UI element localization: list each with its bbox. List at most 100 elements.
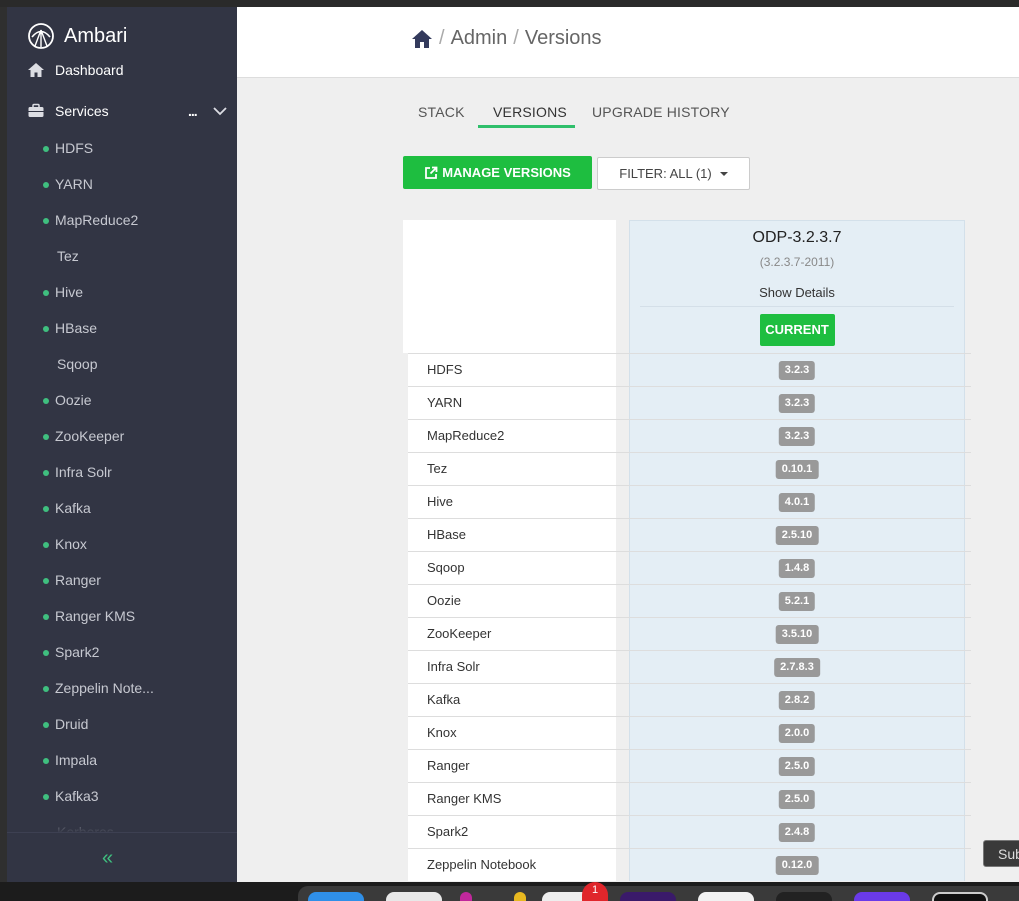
services-more-button[interactable]: ... — [188, 103, 198, 119]
home-icon[interactable] — [411, 28, 433, 50]
table-row: Infra Solr 2.7.8.3 — [408, 650, 971, 683]
sidebar-service-item[interactable]: ZooKeeper — [7, 424, 237, 448]
version-badge: 2.7.8.3 — [774, 658, 820, 677]
component-name: Zeppelin Notebook — [408, 849, 616, 881]
column-gap — [616, 585, 629, 617]
version-build: (3.2.3.7-2011) — [759, 255, 835, 269]
sidebar-service-item[interactable]: Kafka — [7, 496, 237, 520]
sidebar-service-item[interactable]: Tez — [7, 244, 237, 268]
sidebar-service-item[interactable]: Ranger — [7, 568, 237, 592]
show-details-link[interactable]: Show Details — [630, 285, 964, 300]
service-label: ZooKeeper — [55, 428, 125, 444]
sidebar-service-item[interactable]: Sqoop — [7, 352, 237, 376]
sidebar-service-item[interactable]: Spark2 — [7, 640, 237, 664]
version-badge: 3.2.3 — [778, 361, 816, 380]
browser-window: Ambari Dashboard Services ... HDFS YARN Ma… — [0, 0, 1019, 901]
dock-app-icon[interactable] — [460, 892, 472, 901]
dock-app-icon[interactable] — [386, 892, 442, 901]
sidebar-service-item[interactable]: Druid — [7, 712, 237, 736]
component-name: ZooKeeper — [408, 618, 616, 650]
version-badge: 2.0.0 — [778, 724, 816, 743]
sidebar-service-item[interactable]: MapReduce2 — [7, 208, 237, 232]
table-row: Spark2 2.4.8 — [408, 815, 971, 848]
dock-app-icon[interactable] — [854, 892, 910, 901]
service-label: Hive — [55, 284, 84, 300]
tab-stack[interactable]: STACK — [418, 104, 465, 120]
status-dot-icon — [43, 146, 49, 152]
version-badge: 2.4.8 — [778, 823, 816, 842]
version-badge: 1.4.8 — [778, 559, 816, 578]
table-row: Ranger KMS 2.5.0 — [408, 782, 971, 815]
dock-app-icon[interactable] — [514, 892, 526, 901]
table-row: Kafka 2.8.2 — [408, 683, 971, 716]
sidebar-service-item[interactable]: Kafka3 — [7, 784, 237, 808]
sidebar-service-item[interactable]: Zeppelin Note... — [7, 676, 237, 700]
ambari-logo-icon — [28, 23, 54, 49]
tab-versions[interactable]: VERSIONS — [493, 104, 567, 120]
version-badge: 2.8.2 — [778, 691, 816, 710]
table-row: Ranger 2.5.0 — [408, 749, 971, 782]
sidebar-service-item[interactable]: YARN — [7, 172, 237, 196]
sidebar-service-item[interactable]: Hive — [7, 280, 237, 304]
sidebar-item-services[interactable]: Services ... — [7, 97, 237, 125]
table-row: MapReduce2 3.2.3 — [408, 419, 971, 452]
component-name: Infra Solr — [408, 651, 616, 683]
dock-app-icon[interactable] — [698, 892, 754, 901]
status-dot-icon — [43, 218, 49, 224]
collapse-sidebar-button[interactable]: « — [102, 847, 113, 870]
manage-versions-label: MANAGE VERSIONS — [442, 165, 571, 180]
submit-button[interactable]: Sub — [983, 840, 1019, 867]
component-version-cell: 5.2.1 — [629, 585, 965, 617]
current-version-button[interactable]: CURRENT — [759, 314, 835, 346]
column-gap — [616, 783, 629, 815]
dock-app-icon[interactable] — [776, 892, 832, 901]
sidebar-service-item[interactable]: Knox — [7, 532, 237, 556]
sidebar-service-item[interactable]: HDFS — [7, 136, 237, 160]
service-label: Ranger — [55, 572, 101, 588]
table-row: Sqoop 1.4.8 — [408, 551, 971, 584]
table-row: Knox 2.0.0 — [408, 716, 971, 749]
component-version-cell: 0.10.1 — [629, 453, 965, 485]
service-label: Ranger KMS — [55, 608, 136, 624]
manage-versions-button[interactable]: MANAGE VERSIONS — [403, 156, 592, 189]
component-name: Kafka — [408, 684, 616, 716]
component-version-cell: 2.5.0 — [629, 750, 965, 782]
filter-dropdown[interactable]: FILTER: ALL (1) — [597, 157, 750, 190]
component-name: Spark2 — [408, 816, 616, 848]
version-badge: 3.5.10 — [775, 625, 819, 644]
service-label: Oozie — [55, 392, 92, 408]
version-badge: 4.0.1 — [778, 493, 816, 512]
column-gap — [616, 519, 629, 551]
dock-app-icon[interactable] — [620, 892, 676, 901]
column-gap — [616, 354, 629, 386]
sidebar-service-item[interactable]: Oozie — [7, 388, 237, 412]
tab-upgrade-history[interactable]: UPGRADE HISTORY — [592, 104, 730, 120]
service-label: Druid — [55, 716, 89, 732]
version-badge: 3.2.3 — [778, 394, 816, 413]
component-version-cell: 4.0.1 — [629, 486, 965, 518]
chevron-down-icon[interactable] — [212, 103, 228, 119]
sidebar-item-dashboard[interactable]: Dashboard — [7, 56, 237, 84]
sidebar-service-item[interactable]: Impala — [7, 748, 237, 772]
component-name: MapReduce2 — [408, 420, 616, 452]
status-dot-icon — [43, 326, 49, 332]
sidebar-service-item[interactable]: HBase — [7, 316, 237, 340]
column-gap — [616, 849, 629, 881]
table-row: Tez 0.10.1 — [408, 452, 971, 485]
column-gap — [616, 684, 629, 716]
version-badge: 0.12.0 — [775, 856, 819, 875]
sidebar-service-item[interactable]: Ranger KMS — [7, 604, 237, 628]
component-version-cell: 3.2.3 — [629, 354, 965, 386]
dock-app-icon[interactable] — [308, 892, 364, 901]
breadcrumb-admin[interactable]: Admin — [451, 27, 508, 50]
sidebar-service-item[interactable]: Infra Solr — [7, 460, 237, 484]
column-gap — [616, 387, 629, 419]
service-label: Sqoop — [57, 356, 98, 372]
version-badge: 2.5.10 — [775, 526, 819, 545]
status-dot-icon — [43, 758, 49, 764]
sidebar-footer: « — [7, 832, 237, 882]
service-label: HBase — [55, 320, 98, 336]
briefcase-icon — [28, 103, 44, 117]
brand[interactable]: Ambari — [27, 21, 127, 51]
dock-app-icon[interactable] — [932, 892, 988, 901]
